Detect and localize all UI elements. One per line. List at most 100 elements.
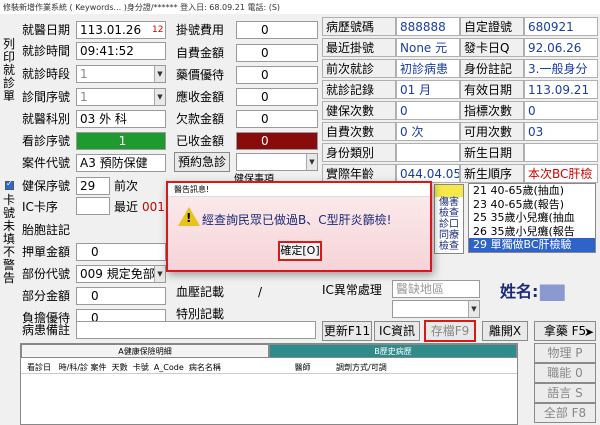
info-value: 113.09.21 <box>524 80 598 99</box>
patient-name-value: ▇▇ <box>540 282 565 301</box>
clinic-room-value: 1 <box>80 90 88 104</box>
part-code-label: 部份代號 <box>22 267 71 281</box>
part-code-value: 009 規定免部 <box>80 267 155 281</box>
info-value: 0 次 <box>396 122 460 141</box>
info-label: 有效日期 <box>460 80 524 99</box>
history-panel: A健康保險明細 B歷史病歷 看診日 時/科/診 案件 天數 卡號 A_Code … <box>20 343 518 425</box>
appointment-select[interactable]: ▼ <box>236 153 318 171</box>
insure-seq-field[interactable]: 29 <box>76 177 110 195</box>
window-title: 修裝新增作業系統 ( Keywords... )身分證/****** 登入日: … <box>0 0 600 14</box>
screening-side-highlight <box>435 185 463 197</box>
info-label: 就診記錄 <box>322 80 396 99</box>
blood-record-value[interactable]: / <box>258 284 262 300</box>
chevron-down-icon[interactable]: ▼ <box>306 154 317 170</box>
info-label: 自定證號 <box>460 17 524 36</box>
info-label: 病歷號碼 <box>322 17 396 36</box>
owed-label: 欠款金額 <box>176 112 225 126</box>
dialog-body: ! 經查詢民眾已做過B、C型肝炎篩檢! 確定[O] <box>168 197 430 270</box>
info-value: 0 <box>396 101 460 120</box>
mouse-cursor-icon: ➤ <box>584 325 595 339</box>
clinic-room-field[interactable]: 1 ▼ <box>76 88 166 106</box>
note-label: 病患備註 <box>22 323 71 337</box>
visit-date-tag: 12 <box>152 25 164 35</box>
physio-button[interactable]: 物理 P <box>534 343 596 363</box>
screening-list[interactable]: 21 40-65歲(抽血) 23 40-65歲(報告) 25 35歲小兒癱(抽血… <box>468 183 596 253</box>
drug-discount-label: 藥價優待 <box>176 68 225 82</box>
self-pay-field[interactable]: 0 <box>236 44 318 62</box>
info-value <box>396 143 460 162</box>
func-button[interactable]: 職能 0 <box>534 363 596 383</box>
case-code-field[interactable]: A3 預防保健 <box>76 154 166 172</box>
list-item-selected[interactable]: 29 單獨做BC肝檢驗 <box>469 238 595 252</box>
info-label: 新生日期 <box>460 143 524 162</box>
info-label: 身份註記 <box>460 59 524 78</box>
deposit-field[interactable]: 0 <box>76 243 166 261</box>
info-value: 初診病患 <box>396 59 460 78</box>
tab-history-records[interactable]: B歷史病歷 <box>269 344 517 358</box>
info-value: 0 <box>524 101 598 120</box>
ic-recent-value: 001 <box>142 200 165 214</box>
info-value: 3.一般身分 <box>524 59 598 78</box>
ic-card-field[interactable] <box>76 197 110 215</box>
clinic-room-label: 診間序號 <box>22 90 71 104</box>
visit-time-field[interactable]: 09:41:52 <box>76 42 166 60</box>
all-button[interactable]: 全部 F8 <box>534 403 596 423</box>
list-item[interactable]: 21 40-65歲(抽血) <box>469 184 595 198</box>
exit-button[interactable]: 離開X <box>482 321 528 341</box>
list-item[interactable]: 23 40-65歲(報告) <box>469 198 595 212</box>
info-value: None 元 <box>396 38 460 57</box>
dialog-title: 醫告訊息! <box>168 183 430 197</box>
visit-period-label: 就診時段 <box>22 67 71 81</box>
drug-discount-field[interactable]: 0 <box>236 66 318 84</box>
reg-fee-field[interactable]: 0 <box>236 21 318 39</box>
list-item[interactable]: 25 35歲小兒癱(抽血 <box>469 211 595 225</box>
note-field[interactable] <box>76 321 316 339</box>
ic-info-button[interactable]: IC資訊 <box>374 321 420 341</box>
print-visit-slip-label[interactable]: 列印就診單 <box>2 38 16 103</box>
info-label: 新生順序 <box>460 164 524 183</box>
warning-icon: ! <box>178 207 200 226</box>
part-code-field[interactable]: 009 規定免部 ▼ <box>76 265 166 283</box>
screening-side-panel: 傷害 檢查 診口 同療 檢查 <box>434 184 464 254</box>
list-item[interactable]: 26 35歲小兒癱(報告 <box>469 225 595 239</box>
dept-label: 就醫科別 <box>22 112 71 126</box>
visit-period-field[interactable]: 1 ▼ <box>76 65 166 83</box>
info-value: 03 <box>524 122 598 141</box>
screening-side-label: 診口 <box>439 219 459 230</box>
chevron-down-icon[interactable]: ▼ <box>154 89 165 105</box>
screening-side-label: 傷害 <box>439 197 459 208</box>
ic-exception-select[interactable]: ▼ <box>392 300 480 318</box>
chevron-down-icon[interactable]: ▼ <box>154 266 165 282</box>
owed-field[interactable]: 0 <box>236 110 318 128</box>
ic-exception-field[interactable]: 醫缺地區 <box>392 280 480 298</box>
info-label: 發卡日Q <box>460 38 524 57</box>
info-value: 92.06.26 <box>524 38 598 57</box>
appointment-button[interactable]: 預約急診 <box>174 152 230 172</box>
patient-name-label: 姓名: <box>500 282 539 301</box>
screening-side-label: 同療 <box>439 230 459 241</box>
info-label: 健保次數 <box>322 101 396 120</box>
card-warn-checkbox[interactable] <box>5 179 14 190</box>
info-value: 680921 <box>524 17 598 36</box>
chevron-down-icon[interactable]: ▼ <box>468 301 479 317</box>
visit-time-label: 就診時間 <box>22 44 71 58</box>
chevron-down-icon[interactable]: ▼ <box>154 66 165 82</box>
queue-no-field[interactable]: 1 <box>76 132 166 150</box>
update-button[interactable]: 更新F11 <box>322 321 372 341</box>
tab-insurance-detail[interactable]: A健康保險明細 <box>21 344 269 358</box>
save-button[interactable]: 存檔F9 <box>424 320 476 342</box>
info-value: 本次BC肝檢 <box>524 164 598 183</box>
ok-button[interactable]: 確定[O] <box>278 241 322 261</box>
blood-record-label: 血壓記載 <box>176 285 225 299</box>
received-field[interactable]: 0 <box>236 132 318 150</box>
info-value: 01 月 <box>396 80 460 99</box>
speech-button[interactable]: 語言 S <box>534 383 596 403</box>
card-warn-label: 卡號未填不警告 <box>2 193 15 285</box>
part-amount-field[interactable]: 0 <box>76 287 166 305</box>
receivable-field[interactable]: 0 <box>236 88 318 106</box>
visit-date-label: 就醫日期 <box>22 23 71 37</box>
dept-field[interactable]: 03 外 科 <box>76 110 166 128</box>
info-value <box>524 143 598 162</box>
received-label: 已收金額 <box>176 134 225 148</box>
queue-no-label: 看診序號 <box>22 134 71 148</box>
